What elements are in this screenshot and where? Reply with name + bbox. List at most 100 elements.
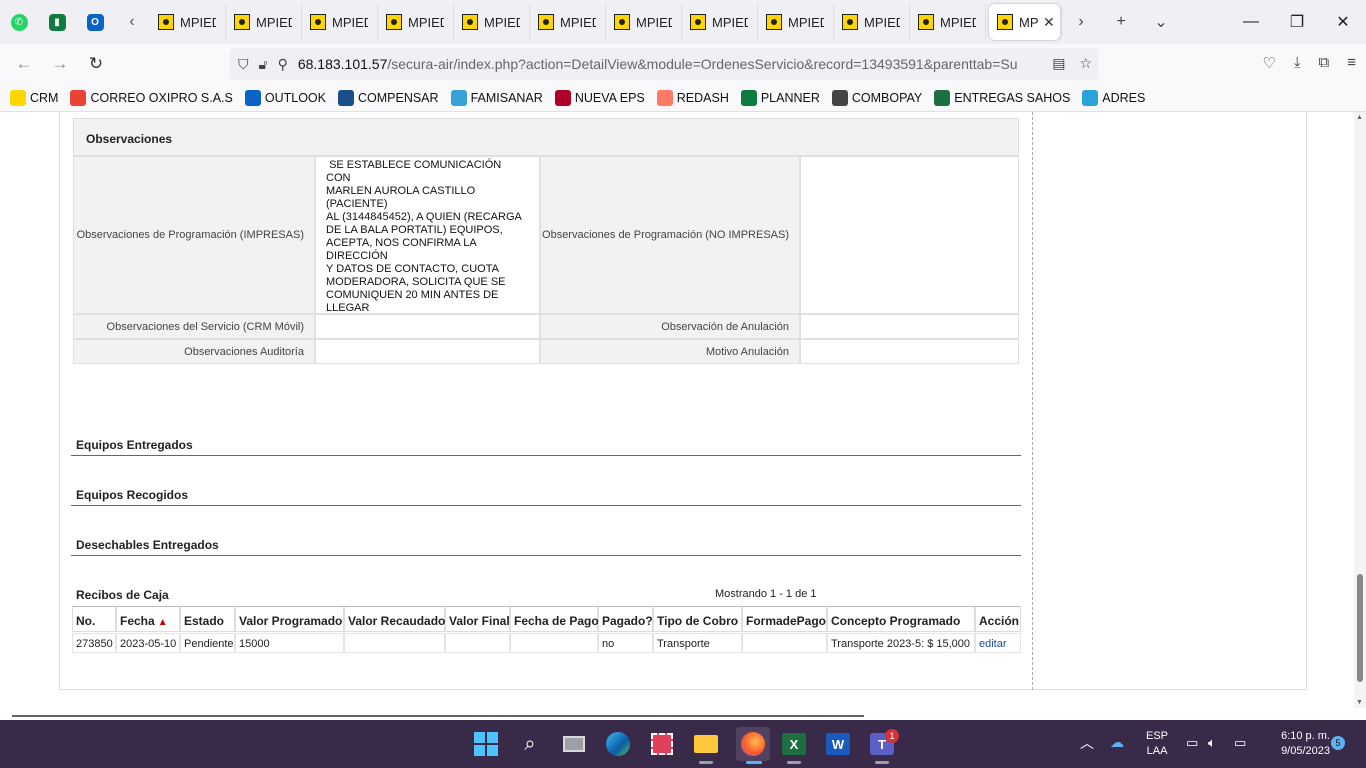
browser-tab-active[interactable]: MP ✕: [989, 4, 1061, 40]
start-button[interactable]: [472, 730, 500, 758]
excel-button[interactable]: X: [780, 730, 808, 758]
bookmark-label: FAMISANAR: [470, 90, 543, 105]
show-hidden-icons-button[interactable]: ︿: [1080, 736, 1094, 751]
horizontal-scrollbar[interactable]: [12, 715, 864, 717]
restore-icon: ❐: [1289, 14, 1305, 31]
scroll-down-icon[interactable]: ▼: [1356, 699, 1364, 706]
browser-tab[interactable]: MPIED: [606, 4, 682, 40]
browser-tab[interactable]: MPIED: [378, 4, 454, 40]
vertical-scrollbar[interactable]: ▲ ▼: [1354, 112, 1366, 708]
back-button[interactable]: ←: [6, 48, 42, 80]
column-header[interactable]: Tipo de Cobro: [653, 606, 742, 632]
browser-tab[interactable]: MPIED: [682, 4, 758, 40]
network-icon[interactable]: ▭: [1186, 735, 1198, 750]
browser-tab[interactable]: MPIED: [302, 4, 378, 40]
scroll-up-icon[interactable]: ▲: [1356, 114, 1364, 121]
reload-button[interactable]: ↻: [78, 48, 114, 80]
pagination-info: Mostrando 1 - 1 de 1: [715, 588, 817, 600]
column-header[interactable]: Valor Final: [445, 606, 510, 632]
column-header[interactable]: No.: [72, 606, 116, 632]
browser-tab[interactable]: MPIED: [530, 4, 606, 40]
onedrive-icon[interactable]: ☁: [1110, 735, 1124, 750]
bookmark-crm[interactable]: CRM: [10, 89, 58, 106]
pinned-tab-whatsapp[interactable]: ✆: [0, 0, 38, 44]
language-indicator[interactable]: ESP LAA: [1146, 729, 1168, 759]
bookmark-adres[interactable]: ADRES: [1082, 89, 1145, 106]
volume-icon[interactable]: 🔈︎: [1208, 735, 1216, 750]
mpied-favicon-icon: [310, 14, 326, 30]
clock[interactable]: 6:10 p. m. 9/05/2023: [1262, 729, 1330, 759]
browser-tab[interactable]: MPIED: [150, 4, 226, 40]
word-button[interactable]: W: [824, 730, 852, 758]
arrow-right-icon: →: [51, 54, 69, 73]
column-header[interactable]: Valor Programado: [235, 606, 344, 632]
browser-tab[interactable]: MPIED: [454, 4, 530, 40]
forward-button[interactable]: →: [42, 48, 78, 80]
bookmark-combopay[interactable]: COMBOPAY: [831, 89, 922, 106]
snipping-tool-button[interactable]: [648, 730, 676, 758]
browser-tab[interactable]: MPIED: [758, 4, 834, 40]
bookmark-label: CORREO OXIPRO S.A.S: [90, 90, 233, 105]
browser-tab[interactable]: MPIED: [910, 4, 986, 40]
column-header[interactable]: Valor Recaudado: [344, 606, 445, 632]
column-header[interactable]: Estado: [180, 606, 235, 632]
edge-icon: [606, 732, 630, 756]
close-window-button[interactable]: ✕: [1320, 0, 1366, 44]
close-tab-icon[interactable]: ✕: [1043, 14, 1055, 31]
list-all-tabs-button[interactable]: ⌄: [1141, 0, 1181, 44]
edge-button[interactable]: [604, 730, 632, 758]
bookmark-star-icon[interactable]: ☆: [1079, 55, 1092, 72]
tab-scroll-left-button[interactable]: ‹: [114, 0, 150, 44]
column-header[interactable]: Pagado?: [598, 606, 653, 632]
bookmark-correo-oxipro-s-a-s[interactable]: CORREO OXIPRO S.A.S: [70, 89, 233, 106]
shield-icon[interactable]: ⛉: [238, 56, 249, 73]
bookmark-outlook[interactable]: OUTLOOK: [244, 89, 326, 106]
tab-strip: ✆ ▮ O ‹ MPIED MPIED MPIED MPIED MPIED MPIED MP…: [0, 0, 1366, 44]
pinned-tab-planner[interactable]: ▮: [38, 0, 76, 44]
column-header[interactable]: Concepto Programado: [827, 606, 975, 632]
column-header[interactable]: Acción: [975, 606, 1021, 632]
column-header[interactable]: Fecha ▲: [116, 606, 180, 632]
search-button[interactable]: ⌕: [516, 730, 544, 758]
menu-icon[interactable]: ≡: [1347, 54, 1356, 72]
bookmark-entregas-sahos[interactable]: ENTREGAS SAHOS: [934, 89, 1070, 106]
famisanar-icon: [450, 89, 467, 106]
obs-servicio-label: Observaciones del Servicio (CRM Móvil): [73, 314, 315, 339]
url-text[interactable]: 68.183.101.57/secura-air/index.php?actio…: [298, 56, 1018, 72]
scrollbar-thumb[interactable]: [1357, 574, 1363, 682]
browser-tab[interactable]: MPIED: [226, 4, 302, 40]
bookmark-planner[interactable]: PLANNER: [740, 89, 820, 106]
firefox-button[interactable]: [736, 727, 770, 761]
minimize-button[interactable]: —: [1228, 0, 1274, 44]
browser-tab[interactable]: MPIED: [834, 4, 910, 40]
mpied-icon: [10, 89, 26, 106]
edit-link[interactable]: editar: [975, 633, 1021, 653]
column-header[interactable]: FormadePago: [742, 606, 827, 632]
permissions-icon[interactable]: ⚲: [278, 56, 288, 73]
chevron-left-icon: ‹: [129, 13, 135, 30]
task-view-button[interactable]: [560, 730, 588, 758]
mpied-favicon-icon: [234, 14, 250, 30]
notification-badge[interactable]: 5: [1331, 736, 1345, 750]
new-tab-button[interactable]: +: [1101, 0, 1141, 44]
pinned-tab-outlook[interactable]: O: [76, 0, 114, 44]
extensions-icon[interactable]: ⧉: [1319, 54, 1330, 72]
downloads-icon[interactable]: ⤓: [1294, 54, 1301, 72]
bookmark-famisanar[interactable]: FAMISANAR: [450, 89, 543, 106]
column-header[interactable]: Fecha de Pago: [510, 606, 599, 632]
table-cell: [742, 633, 827, 653]
bookmark-nueva-eps[interactable]: NUEVA EPS: [554, 89, 645, 106]
sort-ascending-icon[interactable]: ▲: [158, 617, 168, 628]
battery-icon[interactable]: ▭: [1234, 735, 1246, 750]
reader-view-icon[interactable]: ▤: [1052, 55, 1065, 72]
address-bar[interactable]: ⛉ 🔓︎ ⚲ 68.183.101.57/secura-air/index.ph…: [230, 48, 1098, 80]
insecure-lock-icon[interactable]: 🔓︎: [259, 56, 268, 73]
bookmark-compensar[interactable]: COMPENSAR: [337, 89, 439, 106]
task-view-icon: [563, 736, 585, 752]
bookmark-redash[interactable]: REDASH: [656, 89, 729, 106]
tab-scroll-right-button[interactable]: ›: [1061, 0, 1101, 44]
pocket-icon[interactable]: ♡: [1262, 54, 1275, 72]
windows-taskbar: ⌕ X W T 1 ︿ ☁ ESP LAA ▭ 🔈︎ ▭ 6:10 p. m. …: [0, 720, 1366, 768]
file-explorer-button[interactable]: [692, 730, 720, 758]
restore-button[interactable]: ❐: [1274, 0, 1320, 44]
